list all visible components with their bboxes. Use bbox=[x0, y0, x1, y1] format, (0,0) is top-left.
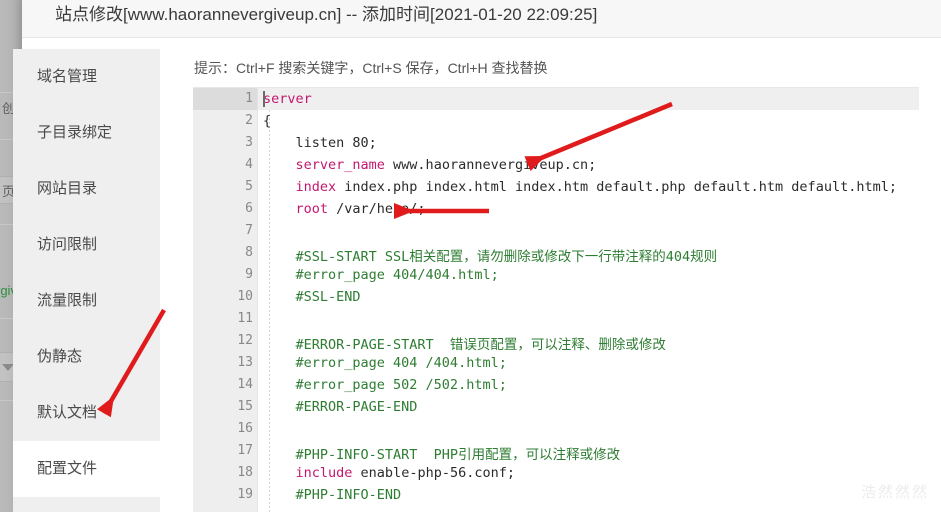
code-comment: #error_page 404 /404.html; bbox=[263, 355, 507, 371]
line-number: 5 bbox=[245, 179, 253, 194]
sidebar-item-label: 子目录绑定 bbox=[37, 124, 113, 141]
code-text: index.php index.html index.htm default.p… bbox=[336, 179, 897, 195]
sidebar-item-7[interactable]: 配置文件 bbox=[13, 441, 160, 497]
code-line[interactable]: #ERROR-PAGE-START 错误页配置，可以注释、删除或修改 bbox=[263, 333, 666, 353]
line-number-gutter: 1 2 3 4 5 6 7 8 9 10 11 12 13 14 15 16 17 18 19 bbox=[193, 88, 257, 512]
code-content[interactable]: server { listen 80; server_name www.haora… bbox=[263, 88, 919, 512]
code-keyword: server_name bbox=[295, 157, 385, 173]
code-comment: #error_page 404/404.html; bbox=[263, 267, 499, 283]
code-comment: #error_page 502 /502.html; bbox=[263, 377, 507, 393]
code-text: listen 80; bbox=[263, 135, 377, 151]
sidebar-item-3[interactable]: 访问限制 bbox=[13, 217, 160, 273]
code-line[interactable]: include enable-php-56.conf; bbox=[263, 465, 515, 481]
code-line[interactable]: #error_page 502 /502.html; bbox=[263, 377, 507, 393]
line-number: 8 bbox=[245, 245, 253, 260]
code-text: enable-php-56.conf; bbox=[352, 465, 515, 481]
line-number: 7 bbox=[245, 223, 253, 238]
sidebar-item-label: 访问限制 bbox=[37, 236, 98, 253]
line-number: 4 bbox=[245, 157, 253, 172]
line-number: 6 bbox=[245, 201, 253, 216]
text-cursor bbox=[263, 91, 265, 107]
editor-hint-text: 提示：Ctrl+F 搜索关键字，Ctrl+S 保存，Ctrl+H 查找替换 bbox=[194, 60, 548, 76]
line-number: 10 bbox=[237, 289, 253, 304]
line-number: 1 bbox=[245, 91, 253, 106]
code-line[interactable]: #ERROR-PAGE-END bbox=[263, 399, 418, 415]
dialog-header: 站点修改[www.haorannevergiveup.cn] -- 添加时间[2… bbox=[22, 0, 941, 38]
sidebar-item-label: 域名管理 bbox=[37, 68, 98, 85]
code-line[interactable]: listen 80; bbox=[263, 135, 377, 151]
line-number: 16 bbox=[237, 421, 253, 436]
line-number: 12 bbox=[237, 333, 253, 348]
code-line[interactable]: root /var/hexo/; bbox=[263, 201, 426, 217]
code-keyword: root bbox=[295, 201, 329, 217]
code-line[interactable]: server bbox=[263, 91, 312, 107]
dialog-side-menu[interactable]: 域名管理子目录绑定网站目录访问限制流量限制伪静态默认文档配置文件SSLPHP版本 bbox=[13, 49, 160, 512]
code-editor[interactable]: 1 2 3 4 5 6 7 8 9 10 11 12 13 14 15 16 17 18 19 server{ li… bbox=[193, 87, 919, 512]
line-number: 2 bbox=[245, 113, 253, 128]
sidebar-item-label: 流量限制 bbox=[37, 292, 98, 309]
code-line[interactable]: #SSL-END bbox=[263, 289, 361, 305]
config-file-panel: 提示：Ctrl+F 搜索关键字，Ctrl+S 保存，Ctrl+H 查找替换 12… bbox=[173, 49, 919, 512]
code-comment: #ERROR-PAGE-END bbox=[263, 399, 418, 415]
code-comment: #ERROR-PAGE-START 错误页配置，可以注释、删除或修改 bbox=[263, 337, 666, 353]
sidebar-item-0[interactable]: 域名管理 bbox=[13, 49, 160, 105]
sidebar-item-1[interactable]: 子目录绑定 bbox=[13, 105, 160, 161]
sidebar-item-4[interactable]: 流量限制 bbox=[13, 273, 160, 329]
code-line[interactable]: #PHP-INFO-END bbox=[263, 487, 402, 503]
gutter-separator bbox=[257, 88, 258, 512]
line-number: 9 bbox=[245, 267, 253, 282]
code-line[interactable]: index index.php index.html index.htm def… bbox=[263, 179, 897, 195]
code-line[interactable]: #error_page 404/404.html; bbox=[263, 267, 499, 283]
code-line[interactable]: server_name www.haorannevergiveup.cn; bbox=[263, 157, 597, 173]
watermark: 浩然然然 bbox=[860, 484, 929, 501]
sidebar-item-5[interactable]: 伪静态 bbox=[13, 329, 160, 385]
sidebar-item-label: 伪静态 bbox=[37, 348, 83, 365]
line-number: 11 bbox=[237, 311, 253, 326]
code-text: www.haorannevergiveup.cn; bbox=[384, 157, 597, 173]
code-text: /var/hexo/; bbox=[328, 201, 426, 217]
code-line[interactable]: #PHP-INFO-START PHP引用配置，可以注释或修改 bbox=[263, 443, 621, 463]
sidebar-item-label: 网站目录 bbox=[37, 180, 98, 197]
code-comment: #SSL-END bbox=[263, 289, 361, 305]
line-number: 19 bbox=[237, 487, 253, 502]
code-comment: #PHP-INFO-END bbox=[263, 487, 402, 503]
line-number: 18 bbox=[237, 465, 253, 480]
code-text: { bbox=[263, 113, 272, 129]
dialog-title: 站点修改[www.haorannevergiveup.cn] -- 添加时间[2… bbox=[55, 5, 598, 24]
sidebar-item-label: 默认文档 bbox=[37, 404, 98, 421]
code-comment: #SSL-START SSL相关配置，请勿删除或修改下一行带注释的404规则 bbox=[263, 249, 718, 265]
line-number: 14 bbox=[237, 377, 253, 392]
sidebar-item-6[interactable]: 默认文档 bbox=[13, 385, 160, 441]
code-line[interactable]: #SSL-START SSL相关配置，请勿删除或修改下一行带注释的404规则 bbox=[263, 245, 718, 265]
code-keyword: include bbox=[295, 465, 353, 481]
line-number: 13 bbox=[237, 355, 253, 370]
line-number: 15 bbox=[237, 399, 253, 414]
line-number: 3 bbox=[245, 135, 253, 150]
screen-root: 创建站 页 rgive 站点修改[www.haorannevergiveup.c… bbox=[0, 0, 941, 512]
code-line[interactable]: { bbox=[263, 113, 271, 129]
sidebar-item-2[interactable]: 网站目录 bbox=[13, 161, 160, 217]
sidebar-item-8[interactable]: SSL bbox=[13, 497, 160, 512]
code-keyword: index bbox=[295, 179, 337, 195]
line-number: 17 bbox=[237, 443, 253, 458]
code-comment: #PHP-INFO-START PHP引用配置，可以注释或修改 bbox=[263, 447, 621, 463]
sidebar-item-label: 配置文件 bbox=[37, 460, 98, 477]
code-line[interactable]: #error_page 404 /404.html; bbox=[263, 355, 507, 371]
code-keyword: server bbox=[263, 91, 312, 107]
